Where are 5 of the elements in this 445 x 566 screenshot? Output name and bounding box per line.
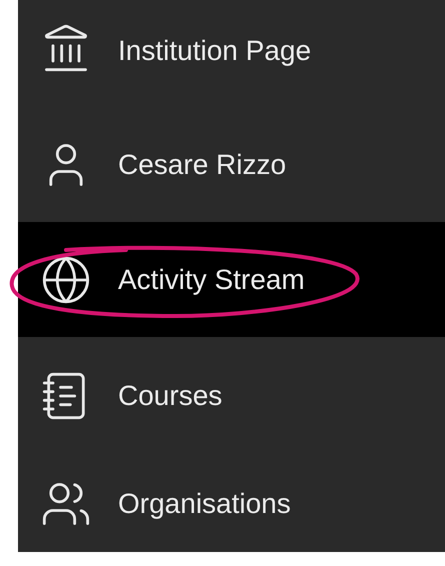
- item-label: Courses: [118, 379, 222, 413]
- item-label: Institution Page: [118, 34, 312, 68]
- item-label: Cesare Rizzo: [118, 148, 286, 182]
- item-label: Organisations: [118, 486, 291, 521]
- item-label: Activity Stream: [118, 262, 305, 297]
